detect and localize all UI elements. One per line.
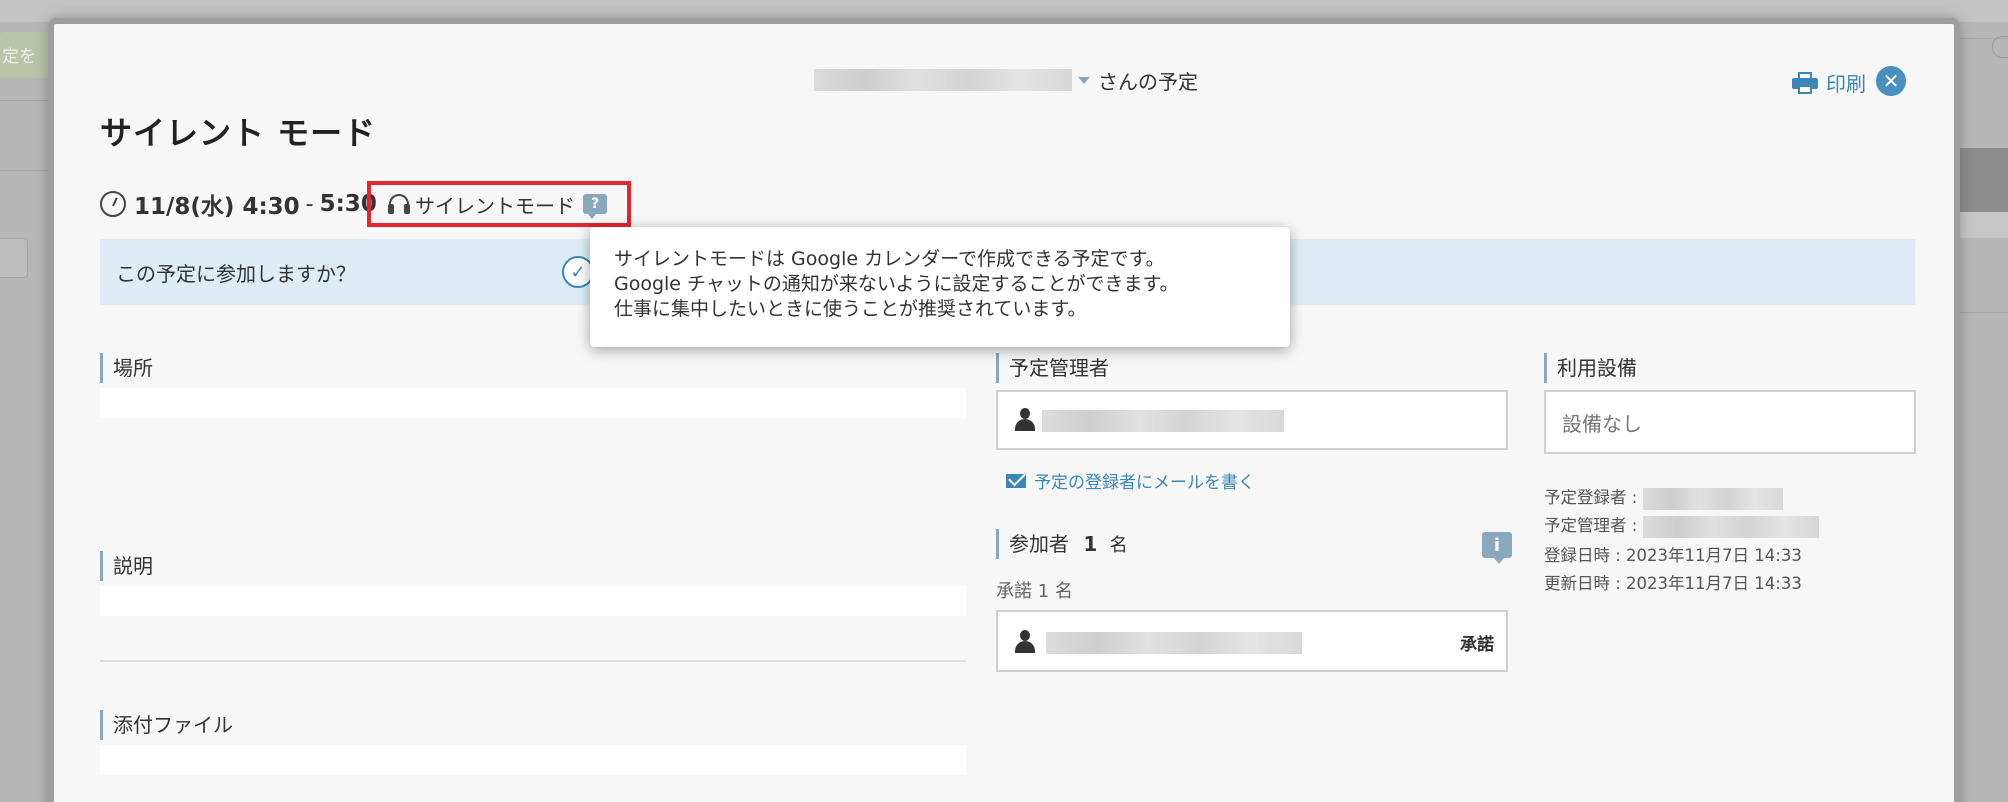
tooltip-line: 仕事に集中したいときに使うことが推奨されています。	[614, 298, 1087, 320]
background-header-bar	[1958, 148, 2008, 212]
time-separator: -	[305, 191, 314, 217]
meta-manager: 予定管理者 :	[1544, 512, 1819, 538]
meta-updated-at: 更新日時 : 2023年11月7日 14:33	[1544, 574, 1802, 593]
close-icon: ✕	[1882, 69, 1900, 93]
event-detail-modal: さんの予定 印刷 ✕ サイレント モード 11/8(水) 4:30 - 5:30…	[48, 18, 1960, 802]
tooltip-line: サイレントモードは Google カレンダーで作成できる予定です。	[614, 248, 1165, 270]
event-time: 11/8(水) 4:30 - 5:30	[100, 186, 377, 222]
event-title: サイレント モード	[100, 114, 377, 152]
meta-manager-label: 予定管理者 :	[1544, 516, 1638, 535]
silent-mode-indicator: サイレントモード ?	[367, 181, 631, 227]
meta-registrant: 予定登録者 :	[1544, 484, 1783, 510]
participants-count: 1	[1083, 532, 1098, 556]
mail-icon	[1006, 473, 1026, 488]
description-value	[100, 586, 966, 616]
email-registrant-link[interactable]: 予定の登録者にメールを書く	[1006, 468, 1255, 493]
info-icon[interactable]: i	[1482, 532, 1512, 564]
participant-status: 承諾	[1460, 635, 1494, 655]
help-icon-glyph: ?	[590, 196, 600, 212]
meta-registered-at: 登録日時 : 2023年11月7日 14:33	[1544, 546, 1802, 565]
print-label: 印刷	[1826, 72, 1866, 96]
calendar-owner-selector[interactable]: さんの予定	[814, 64, 1198, 96]
person-icon	[1014, 408, 1036, 432]
manager-name-redacted	[1642, 515, 1819, 538]
participants-label: 参加者 1 名	[996, 529, 1128, 559]
printer-icon	[1792, 71, 1818, 94]
participants-unit: 名	[1109, 535, 1128, 556]
headphones-icon	[387, 193, 411, 215]
help-icon[interactable]: ?	[583, 194, 607, 219]
print-button[interactable]: 印刷	[1792, 68, 1866, 97]
background-divider	[0, 170, 52, 171]
tooltip-line: Google チャットの通知が来ないように設定することができます。	[614, 273, 1179, 295]
background-divider	[0, 100, 52, 101]
facilities-box: 設備なし	[1544, 390, 1916, 454]
clock-icon	[100, 191, 126, 217]
description-label: 説明	[100, 551, 153, 581]
facilities-label: 利用設備	[1544, 353, 1637, 383]
meta-registrant-label: 予定登録者 :	[1544, 488, 1638, 507]
section-divider	[100, 660, 966, 662]
background-button-text: 定を	[2, 47, 36, 67]
registrant-name-redacted	[1642, 487, 1783, 510]
silent-mode-label: サイレントモード	[415, 193, 575, 218]
owner-name-redacted	[814, 69, 1072, 91]
close-button[interactable]: ✕	[1876, 66, 1906, 96]
chevron-down-icon	[1078, 76, 1090, 84]
attachments-label: 添付ファイル	[100, 710, 233, 740]
organizer-box	[996, 390, 1508, 450]
accepted-summary: 承諾 1 名	[996, 581, 1073, 602]
location-label: 場所	[100, 353, 153, 383]
organizer-label: 予定管理者	[996, 353, 1109, 383]
background-divider	[1958, 312, 2008, 313]
participant-name-redacted	[1046, 632, 1302, 654]
location-value	[100, 388, 966, 418]
facilities-value: 設備なし	[1562, 411, 1642, 436]
event-start: 11/8(水) 4:30	[134, 194, 300, 220]
participants-label-text: 参加者	[1009, 532, 1069, 556]
attachments-value	[100, 745, 966, 775]
join-question: この予定に参加しますか？	[116, 261, 356, 286]
participant-row: 承諾	[996, 610, 1508, 672]
background-row	[1958, 212, 2008, 238]
person-icon	[1014, 630, 1036, 654]
owner-suffix: さんの予定	[1098, 69, 1198, 94]
background-right-icon	[1992, 36, 2008, 58]
background-left-box	[0, 238, 28, 278]
organizer-name-redacted	[1042, 410, 1284, 432]
email-registrant-label: 予定の登録者にメールを書く	[1034, 473, 1255, 493]
silent-mode-tooltip: サイレントモードは Google カレンダーで作成できる予定です。 Google…	[590, 227, 1290, 347]
